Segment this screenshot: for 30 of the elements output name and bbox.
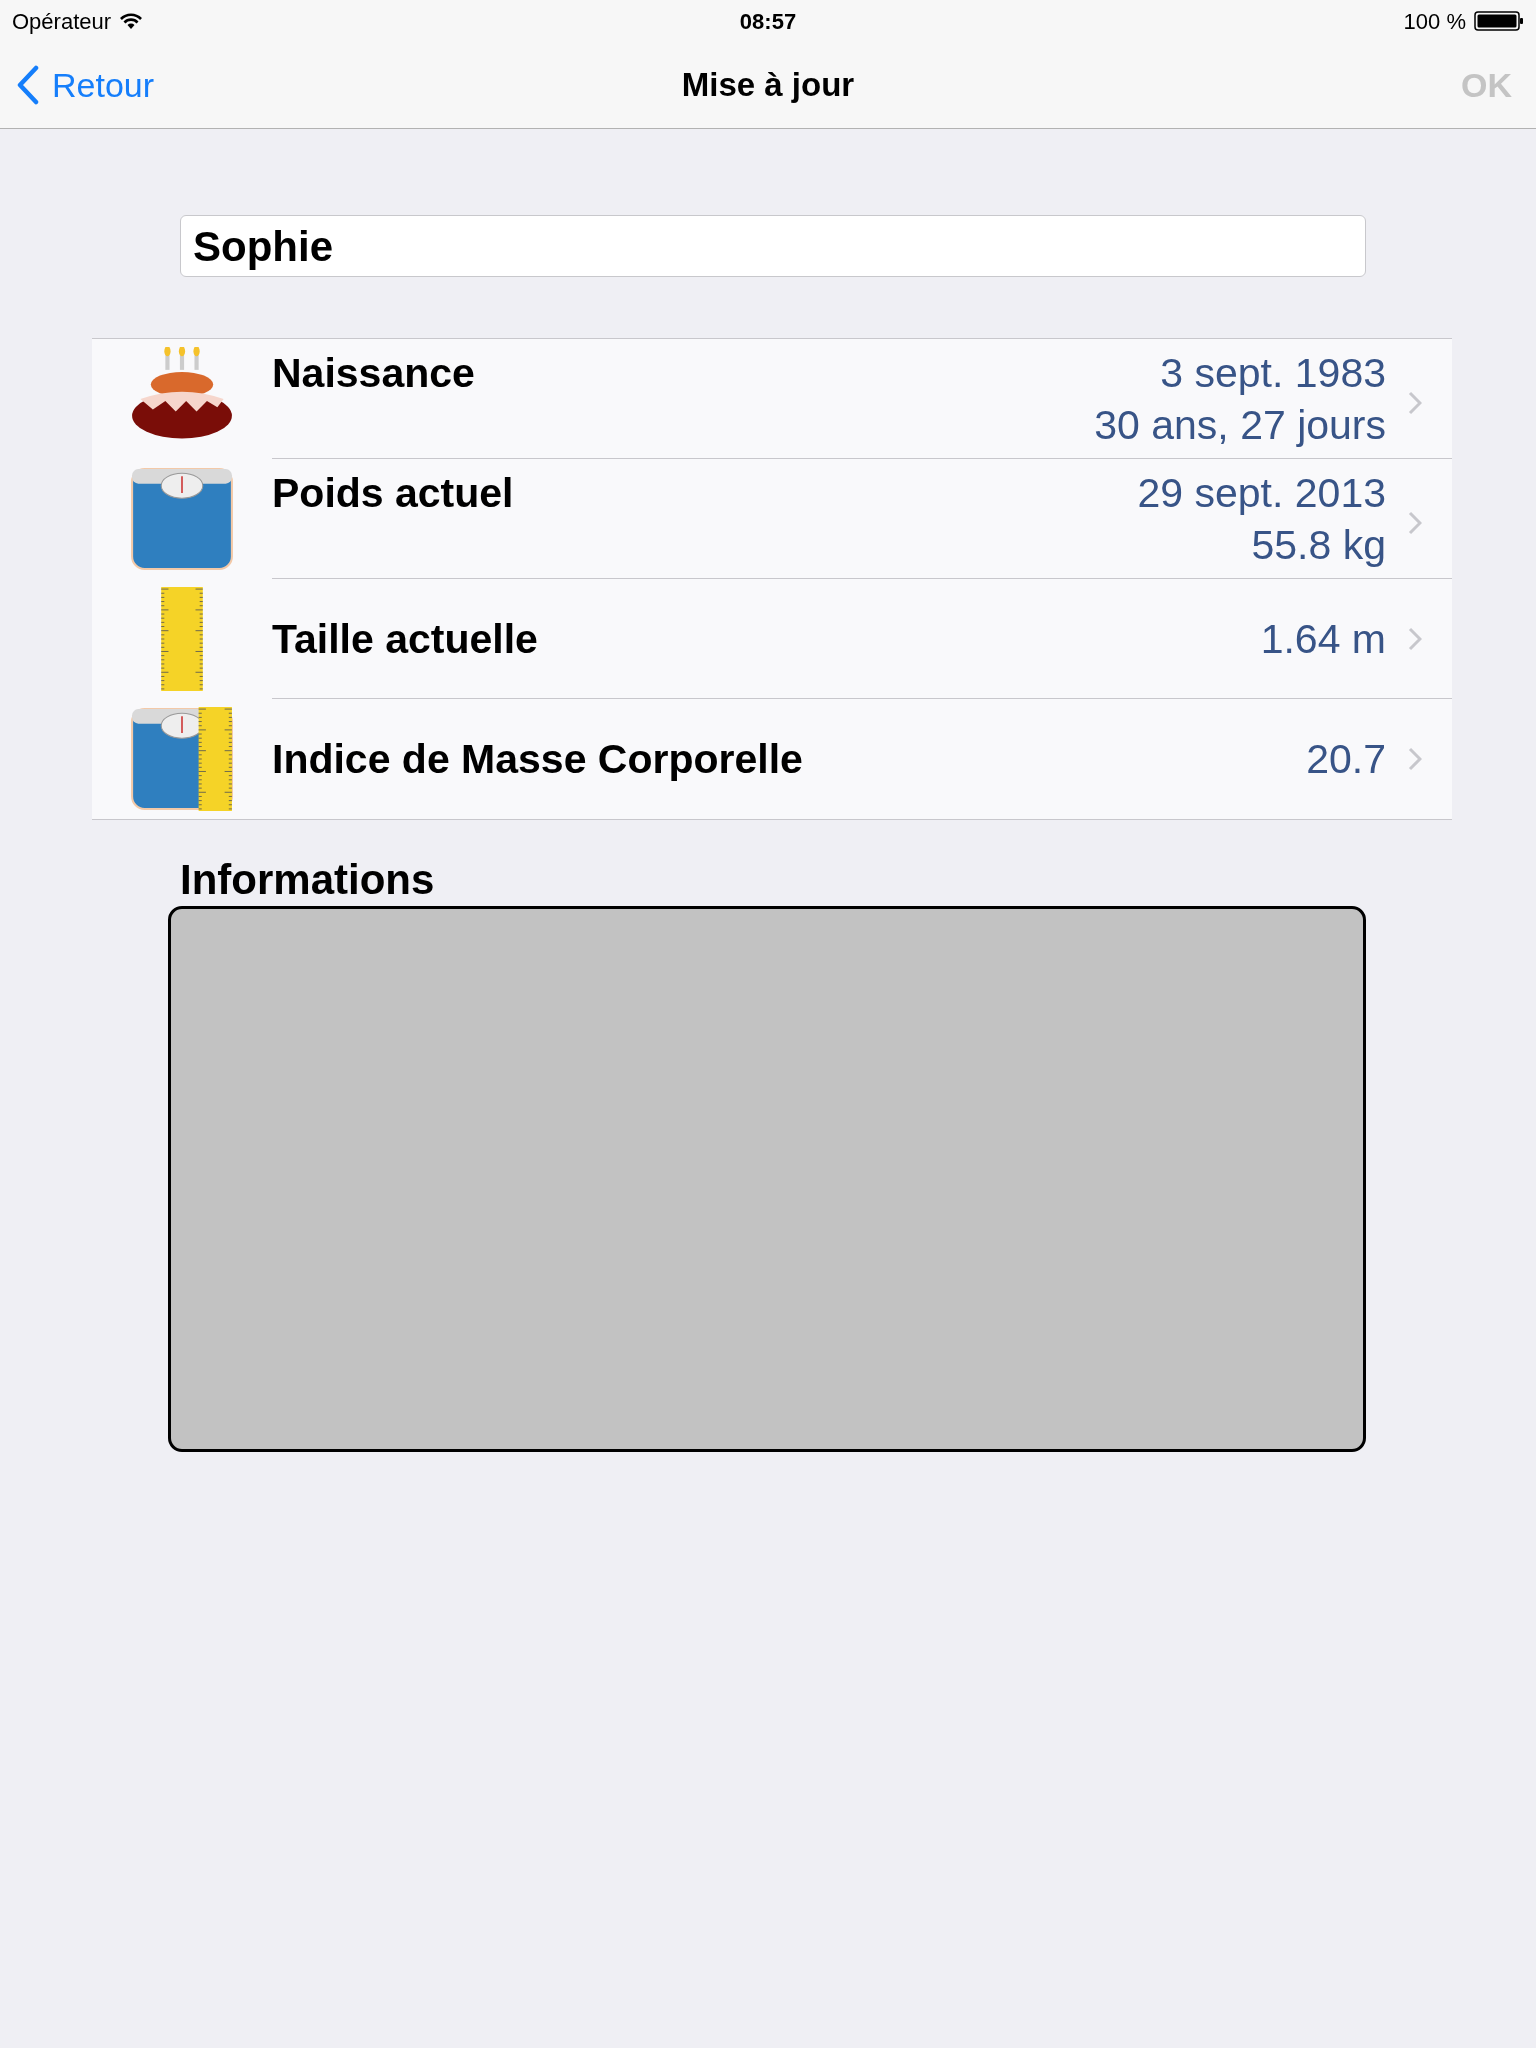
chevron-icon bbox=[1408, 510, 1422, 535]
chevron-icon bbox=[1408, 626, 1422, 651]
row-value: 20.7 bbox=[1306, 735, 1386, 784]
scale-and-ruler-icon bbox=[130, 707, 234, 811]
carrier-name: Opérateur bbox=[12, 7, 112, 36]
wifi-icon bbox=[119, 12, 144, 30]
row-value: 55.8 kg bbox=[1251, 521, 1386, 570]
back-chevron-icon bbox=[16, 65, 40, 105]
row-label: Taille actuelle bbox=[272, 614, 538, 664]
row-label: Naissance bbox=[272, 349, 475, 398]
status-time: 08:57 bbox=[739, 7, 797, 36]
row-value: 3 sept. 1983 bbox=[1160, 349, 1386, 398]
section-title: Informations bbox=[180, 856, 436, 904]
name-field[interactable]: Sophie bbox=[180, 215, 1366, 277]
chevron-icon bbox=[1408, 747, 1422, 771]
battery-percent: 100 % bbox=[1403, 7, 1466, 36]
nav-title: Mise à jour bbox=[681, 65, 855, 106]
row-value: 1.64 m bbox=[1260, 614, 1386, 664]
row-value: 29 sept. 2013 bbox=[1137, 469, 1386, 518]
back-link[interactable]: Retour bbox=[16, 59, 316, 111]
chevron-icon bbox=[1408, 390, 1422, 415]
row-label: Poids actuel bbox=[272, 469, 514, 518]
table-row[interactable]: Taille actuelle 1.64 m bbox=[92, 579, 1452, 699]
battery-icon bbox=[1474, 11, 1524, 31]
table-row[interactable]: Poids actuel 29 sept. 2013 55.8 kg bbox=[92, 459, 1452, 579]
table-row[interactable]: Indice de Masse Corporelle 20.7 bbox=[92, 699, 1452, 819]
bathroom-scale-icon bbox=[130, 467, 234, 571]
row-value: 30 ans, 27 jours bbox=[1094, 401, 1386, 450]
row-label: Indice de Masse Corporelle bbox=[272, 735, 803, 784]
table-row[interactable]: Naissance 3 sept. 1983 30 ans, 27 jours bbox=[92, 339, 1452, 459]
